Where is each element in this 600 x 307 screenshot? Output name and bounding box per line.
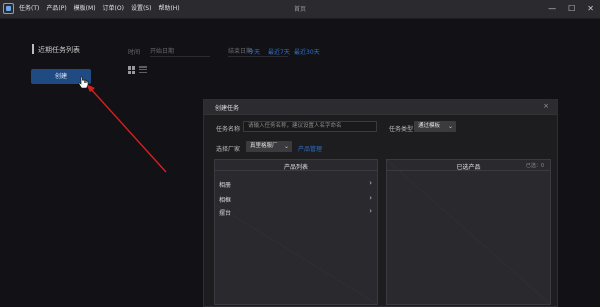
hand-cursor-icon: [78, 76, 89, 89]
filter-7days-link[interactable]: 最近7天: [268, 47, 290, 56]
factory-value: 真里格服厂: [250, 143, 278, 149]
filter-30days-link[interactable]: 最近30天: [294, 47, 320, 56]
menu-settings[interactable]: 设置(S): [131, 3, 152, 14]
menu-bar-items: 任务(T) 产品(P) 模板(M) 订单(O) 设置(S) 帮助(H): [19, 3, 180, 14]
dialog-close-icon[interactable]: ×: [543, 102, 549, 111]
app-logo-icon: [3, 3, 14, 14]
menu-template[interactable]: 模板(M): [74, 3, 96, 14]
selected-products-panel: 已选产品 已选：0: [386, 159, 551, 305]
selected-products-header: 已选产品 已选：0: [387, 160, 550, 171]
task-type-label: 任务类型: [389, 126, 414, 133]
list-item[interactable]: 相册 ›: [215, 178, 377, 190]
close-window-icon[interactable]: ✕: [587, 2, 594, 15]
menu-task[interactable]: 任务(T): [19, 3, 39, 14]
start-date-input[interactable]: 开始日期: [150, 46, 210, 57]
minimize-icon[interactable]: —: [548, 2, 556, 15]
task-name-input[interactable]: 请输入任务名称，建议设置人名字命名: [243, 121, 377, 132]
chevron-right-icon: ›: [369, 179, 372, 187]
product-name: 相册: [219, 182, 232, 189]
dialog-header: 创建任务 ×: [204, 100, 557, 115]
menubar: 任务(T) 产品(P) 模板(M) 订单(O) 设置(S) 帮助(H) 首页 —…: [0, 0, 600, 19]
chevron-right-icon: ›: [369, 207, 372, 215]
task-name-label: 任务名称: [216, 126, 241, 133]
list-view-icon[interactable]: [139, 66, 147, 74]
product-name: 相框: [219, 197, 232, 204]
window-controls: — ☐ ✕: [548, 2, 594, 15]
list-item[interactable]: 相框 ›: [215, 193, 377, 205]
chevron-down-icon: ⌄: [283, 143, 289, 150]
task-type-value: 通过模板: [418, 123, 441, 129]
menu-order[interactable]: 订单(O): [103, 3, 124, 14]
chevron-down-icon: ⌄: [447, 123, 453, 130]
menu-product[interactable]: 产品(P): [46, 3, 66, 14]
grid-view-icon[interactable]: [128, 66, 136, 74]
section-title: 近期任务列表: [38, 46, 80, 54]
time-filter-label: 时间: [128, 49, 141, 56]
list-item[interactable]: 摆台 ›: [215, 206, 377, 218]
selected-count: 已选：0: [525, 163, 544, 169]
product-manage-link[interactable]: 产品管理: [298, 144, 322, 153]
product-list-header: 产品列表: [215, 160, 377, 171]
product-name: 摆台: [219, 210, 232, 217]
task-type-select[interactable]: 通过模板 ⌄: [414, 121, 456, 132]
panel-background: [387, 160, 550, 304]
product-list-panel: 产品列表 相册 › 相框 › 摆台 ›: [214, 159, 378, 305]
chevron-right-icon: ›: [369, 194, 372, 202]
factory-select[interactable]: 真里格服厂 ⌄: [246, 141, 292, 152]
factory-label: 选择厂家: [216, 146, 241, 153]
product-list-title: 产品列表: [283, 164, 308, 171]
dialog-title: 创建任务: [215, 105, 240, 112]
maximize-icon[interactable]: ☐: [568, 2, 575, 15]
filter-today-link[interactable]: 今天: [248, 47, 260, 56]
section-accent-bar: [32, 44, 34, 54]
app-window: 任务(T) 产品(P) 模板(M) 订单(O) 设置(S) 帮助(H) 首页 —…: [0, 0, 600, 307]
menu-help[interactable]: 帮助(H): [158, 3, 179, 14]
